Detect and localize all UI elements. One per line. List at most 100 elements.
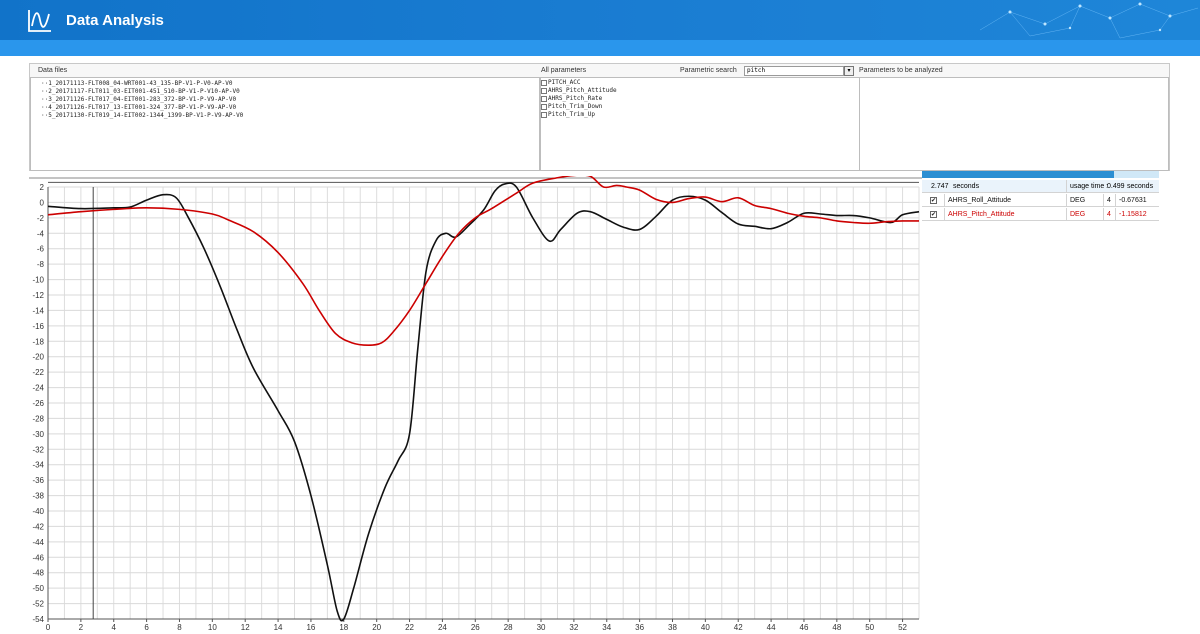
parameter-item[interactable]: Pitch_Trim_Down <box>541 103 859 111</box>
y-tick-label: -26 <box>32 399 44 408</box>
x-tick-label: 0 <box>46 623 51 632</box>
x-tick-label: 10 <box>208 623 217 632</box>
parameter-label: Pitch_Trim_Up <box>548 111 595 118</box>
x-tick-label: 2 <box>79 623 84 632</box>
x-tick-label: 48 <box>832 623 841 632</box>
usage-cell: usage time : 0.499 seconds <box>1066 180 1159 193</box>
app-title: Data Analysis <box>66 12 164 29</box>
parameter-checkbox[interactable] <box>541 80 547 86</box>
x-tick-label: 30 <box>537 623 546 632</box>
series-unit: DEG <box>1066 194 1103 207</box>
x-tick-label: 28 <box>504 623 513 632</box>
y-tick-label: -46 <box>32 553 44 562</box>
data-files-label: Data files <box>38 67 68 74</box>
y-tick-label: -8 <box>37 260 45 269</box>
data-file-item[interactable]: ··2_20171117-FLT011_03-EIT001-451_510-BP… <box>41 88 539 96</box>
y-tick-label: -6 <box>37 245 45 254</box>
parameter-checkbox[interactable] <box>541 96 547 102</box>
chevron-down-icon[interactable]: ▾ <box>844 66 854 76</box>
parameter-label: Pitch_Trim_Down <box>548 103 603 110</box>
series-unit: DEG <box>1066 208 1103 221</box>
x-tick-label: 22 <box>405 623 414 632</box>
x-tick-label: 40 <box>701 623 710 632</box>
x-tick-label: 8 <box>177 623 182 632</box>
y-tick-label: -48 <box>32 569 44 578</box>
data-file-item[interactable]: ··3_20171126-FLT017_04-EIT001-283_372-BP… <box>41 96 539 104</box>
series-row: ✔ AHRS_Roll_Attitude DEG 4 -0.67631 <box>922 194 1159 207</box>
parameter-item[interactable]: PITCH_ACC <box>541 79 859 87</box>
parameter-label: AHRS_Pitch_Rate <box>548 95 603 102</box>
x-tick-label: 20 <box>372 623 381 632</box>
parameter-item[interactable]: AHRS_Pitch_Attitude <box>541 87 859 95</box>
data-file-item[interactable]: ··4_20171126-FLT017_13-EIT001-324_377-BP… <box>41 104 539 112</box>
y-tick-label: 0 <box>40 198 45 207</box>
x-tick-label: 38 <box>668 623 677 632</box>
data-file-item[interactable]: ··1_20171113-FLT008_04-WRT001-43_135-BP-… <box>41 80 539 88</box>
parameter-item[interactable]: AHRS_Pitch_Rate <box>541 95 859 103</box>
series-value: -0.67631 <box>1115 194 1159 207</box>
x-tick-label: 4 <box>112 623 117 632</box>
parameter-checkbox[interactable] <box>541 112 547 118</box>
series-value: -1.15812 <box>1115 208 1159 221</box>
series-name: AHRS_Pitch_Attitude <box>944 208 1066 221</box>
y-tick-label: -16 <box>32 322 44 331</box>
series-count: 4 <box>1103 194 1115 207</box>
progress-bar <box>922 171 1159 178</box>
all-parameters-list[interactable]: PITCH_ACC AHRS_Pitch_Attitude AHRS_Pitch_R… <box>540 77 860 171</box>
y-tick-label: -10 <box>32 276 44 285</box>
x-tick-label: 18 <box>339 623 348 632</box>
sub-header-bar <box>0 40 1200 56</box>
y-tick-label: -50 <box>32 584 44 593</box>
data-file-item[interactable]: ··5_20171130-FLT019_14-EIT002-1344_1399-… <box>41 112 539 120</box>
x-tick-label: 44 <box>767 623 776 632</box>
x-tick-label: 16 <box>306 623 315 632</box>
wave-icon <box>28 10 51 32</box>
x-tick-label: 52 <box>898 623 907 632</box>
x-tick-label: 32 <box>569 623 578 632</box>
y-tick-label: -32 <box>32 445 44 454</box>
y-tick-label: -38 <box>32 492 44 501</box>
x-tick-label: 36 <box>635 623 644 632</box>
y-tick-label: -42 <box>32 522 44 531</box>
series-count: 4 <box>1103 208 1115 221</box>
seconds-value: 2.747 <box>931 183 949 190</box>
y-tick-label: -2 <box>37 214 45 223</box>
parameter-label: PITCH_ACC <box>548 79 581 86</box>
y-tick-label: -4 <box>37 229 45 238</box>
x-tick-label: 26 <box>471 623 480 632</box>
y-tick-label: -36 <box>32 476 44 485</box>
parameter-checkbox[interactable] <box>541 104 547 110</box>
usage-unit: seconds <box>1127 183 1154 190</box>
parameter-label: AHRS_Pitch_Attitude <box>548 87 617 94</box>
all-parameters-label: All parameters <box>541 67 587 74</box>
y-tick-label: -44 <box>32 538 44 547</box>
series-checkbox[interactable]: ✔ <box>930 211 937 218</box>
y-tick-label: -40 <box>32 507 44 516</box>
usage-label: usage time : <box>1070 183 1109 190</box>
y-tick-label: -30 <box>32 430 44 439</box>
y-tick-label: -24 <box>32 384 44 393</box>
x-tick-label: 42 <box>734 623 743 632</box>
data-files-list[interactable]: ··1_20171113-FLT008_04-WRT001-43_135-BP-… <box>30 77 540 171</box>
series-name: AHRS_Roll_Attitude <box>944 194 1066 207</box>
y-tick-label: -34 <box>32 461 44 470</box>
series-checkbox[interactable]: ✔ <box>930 197 937 204</box>
network-decoration <box>979 2 1199 39</box>
parameter-item[interactable]: Pitch_Trim_Up <box>541 111 859 119</box>
time-row: 2.747 seconds usage time : 0.499 seconds <box>922 180 1159 193</box>
parametric-search-input[interactable]: pitch <box>744 66 844 76</box>
app-header: Data Analysis <box>0 0 1200 40</box>
y-tick-label: 2 <box>40 183 45 192</box>
parameter-checkbox[interactable] <box>541 88 547 94</box>
line-chart[interactable]: 20-2-4-6-8-10-12-14-16-18-20-22-24-26-28… <box>29 176 922 634</box>
x-tick-label: 50 <box>865 623 874 632</box>
x-tick-label: 6 <box>144 623 149 632</box>
y-tick-label: -12 <box>32 291 44 300</box>
y-tick-label: -18 <box>32 337 44 346</box>
y-tick-label: -28 <box>32 414 44 423</box>
x-tick-label: 12 <box>241 623 250 632</box>
to-analyze-list[interactable] <box>859 77 1169 171</box>
y-tick-label: -54 <box>32 615 44 624</box>
x-tick-label: 46 <box>800 623 809 632</box>
x-tick-label: 34 <box>602 623 611 632</box>
